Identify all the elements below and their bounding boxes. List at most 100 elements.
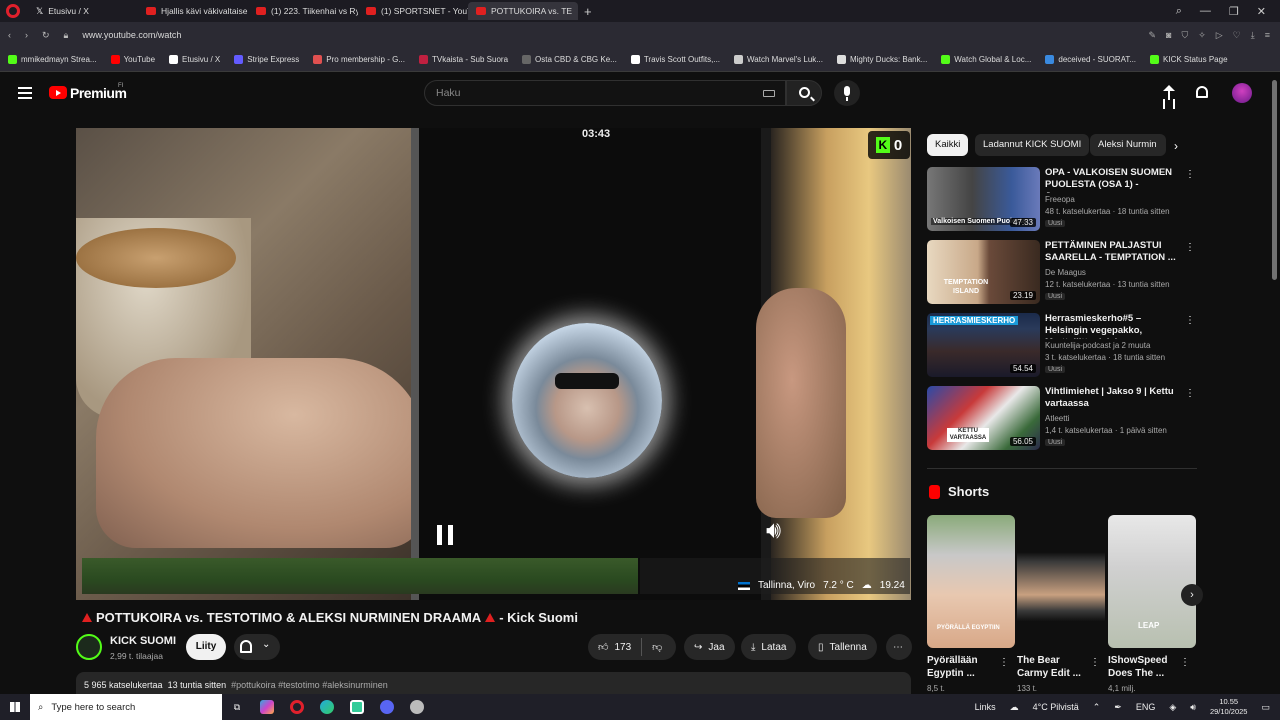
bookmark-item[interactable]: deceived - SUORAT... [1045, 55, 1136, 64]
video-thumbnail[interactable]: HERRASMIESKERHO 54.54 [927, 313, 1040, 377]
recommended-video[interactable]: Valkoisen Suomen Puolesta 47.33 OPA - VA… [927, 167, 1197, 233]
thumbs-down-icon[interactable]: 👎︎ [652, 641, 662, 653]
short-thumbnail[interactable]: PYÖRÄLLÄ EGYPTIIN [927, 515, 1015, 648]
taskbar-app-edge[interactable] [312, 694, 342, 720]
short-thumbnail[interactable]: LEAP [1108, 515, 1196, 648]
video-title[interactable]: PETTÄMINEN PALJASTUI SAARELLA - TEMPTATI… [1045, 240, 1183, 264]
language-indicator[interactable]: ENG [1136, 702, 1156, 712]
notifications-bell-icon[interactable] [1196, 86, 1208, 98]
video-title[interactable]: Herrasmieskerho#5 – Helsingin vegepakko,… [1045, 313, 1183, 339]
search-tabs-icon[interactable]: ⌕ [1176, 5, 1182, 18]
bookmark-item[interactable]: Watch Marvel's Luk... [734, 55, 823, 64]
edit-icon[interactable]: ✎ [1148, 30, 1156, 41]
chip-uploaded-by-channel[interactable]: Ladannut KICK SUOMI [975, 134, 1090, 156]
chevron-up-icon[interactable]: ⌃ [1093, 702, 1101, 713]
taskbar-app[interactable] [402, 694, 432, 720]
bookmark-item[interactable]: Stripe Express [234, 55, 299, 64]
task-view-button[interactable]: ⧉ [222, 694, 252, 720]
download-button[interactable]: ⤓ Lataa [741, 634, 797, 660]
chevron-right-icon[interactable]: › [1181, 584, 1203, 606]
bookmark-item[interactable]: Pro membership - G... [313, 55, 405, 64]
more-actions-button[interactable]: ⋯ [886, 634, 912, 660]
bookmark-item[interactable]: TVkaista - Sub Suora [418, 55, 508, 64]
minimize-button[interactable]: — [1200, 5, 1211, 18]
more-options-icon[interactable]: ⋮ [1090, 657, 1100, 668]
bookmark-item[interactable]: KICK Status Page [1150, 55, 1228, 64]
bookmark-item[interactable]: Osta CBD & CBG Ke... [522, 55, 617, 64]
opera-logo-icon[interactable] [6, 4, 20, 18]
browser-tab-active[interactable]: POTTUKOIRA vs. TE [468, 2, 578, 20]
chip-all[interactable]: Kaikki [927, 134, 969, 156]
video-title[interactable]: Vihtlimiehet | Jakso 9 | Kettu vartaassa [1045, 386, 1183, 410]
new-tab-button[interactable]: + [584, 4, 592, 19]
extension-icon[interactable]: ✧ [1198, 30, 1206, 41]
like-count[interactable]: 173 [614, 642, 631, 653]
volume-icon[interactable]: 🔊︎ [1190, 702, 1196, 713]
browser-tab[interactable]: (1) SPORTSNET - YouTube [358, 2, 468, 20]
short-title[interactable]: IShowSpeed Does The ... [1108, 654, 1167, 680]
recommended-video[interactable]: TEMPTATION ISLAND 23.19 PETTÄMINEN PALJA… [927, 240, 1197, 306]
video-thumbnail[interactable]: KETTU VARTAASSA 56.05 [927, 386, 1040, 450]
clock[interactable]: 10.55 29/10/2025 [1210, 697, 1248, 717]
search-button[interactable] [786, 80, 822, 106]
reload-icon[interactable]: ↻ [42, 30, 50, 41]
bookmark-item[interactable]: YouTube [110, 55, 155, 64]
play-icon[interactable]: ▷ [1216, 30, 1223, 41]
keyboard-icon[interactable] [763, 90, 775, 97]
subscribe-notifications-button[interactable]: ⌄ [234, 634, 280, 660]
browser-tab[interactable]: Hjallis kävi väkivaltaiseksi [138, 2, 248, 20]
join-button[interactable]: Liity [186, 634, 226, 660]
chevron-right-icon[interactable]: › [1174, 139, 1178, 153]
video-player[interactable] [76, 128, 911, 600]
notifications-icon[interactable]: ▭ [1261, 702, 1270, 713]
tray-weather[interactable]: 4°C Pilvistä [1033, 702, 1079, 712]
pen-icon[interactable]: ✒ [1114, 702, 1122, 713]
more-options-icon[interactable]: ⋮ [999, 657, 1009, 668]
links-toolbar[interactable]: Links [975, 702, 996, 712]
taskbar-app-opera[interactable] [282, 694, 312, 720]
taskbar-app-discord[interactable] [372, 694, 402, 720]
upload-icon[interactable] [1163, 85, 1175, 101]
share-button[interactable]: ↪ Jaa [684, 634, 735, 660]
channel-avatar[interactable] [76, 634, 102, 660]
search-input[interactable]: Haku [424, 80, 786, 106]
browser-tab[interactable]: 𝕏 Etusivu / X [28, 2, 138, 20]
video-channel[interactable]: De Maagus [1045, 268, 1086, 277]
bookmark-item[interactable]: Travis Scott Outfits,... [630, 55, 720, 64]
video-title[interactable]: OPA - VALKOISEN SUOMEN PUOLESTA (OSA 1) … [1045, 167, 1183, 193]
more-options-icon[interactable]: ⋮ [1185, 169, 1195, 180]
thumbs-up-icon[interactable]: 👍︎ [598, 641, 608, 653]
taskbar-search-input[interactable]: ⌕ Type here to search [30, 694, 222, 720]
description-box[interactable]: 5 965 katselukertaa 13 tuntia sitten #po… [76, 672, 911, 694]
more-options-icon[interactable]: ⋮ [1185, 388, 1195, 399]
bookmark-item[interactable]: mmikedmayn Strea... [8, 55, 97, 64]
network-icon[interactable]: ◈ [1169, 702, 1176, 713]
page-scrollbar[interactable] [1272, 80, 1277, 280]
short-title[interactable]: The Bear Carmy Edit ... [1017, 654, 1081, 680]
user-avatar[interactable] [1232, 83, 1252, 103]
camera-icon[interactable]: ◙ [1166, 30, 1171, 41]
video-thumbnail[interactable]: TEMPTATION ISLAND 23.19 [927, 240, 1040, 304]
browser-tab[interactable]: (1) 223. Tiikenhai vs Ryhä [248, 2, 358, 20]
menu-icon[interactable]: ≡ [1265, 30, 1270, 41]
video-thumbnail[interactable]: Valkoisen Suomen Puolesta 47.33 [927, 167, 1040, 231]
chip-related[interactable]: Aleksi Nurmin [1090, 134, 1166, 156]
channel-name[interactable]: KICK SUOMI [110, 635, 176, 647]
bookmark-item[interactable]: Watch Global & Loc... [941, 55, 1031, 64]
bookmark-item[interactable]: Etusivu / X [169, 55, 220, 64]
taskbar-app-active[interactable] [342, 694, 372, 720]
taskbar-app-copilot[interactable] [252, 694, 282, 720]
speaker-icon[interactable]: 🔊︎ [766, 517, 781, 545]
voice-search-button[interactable] [834, 80, 860, 106]
bookmark-item[interactable]: Mighty Ducks: Bank... [836, 55, 927, 64]
url-field[interactable]: www.youtube.com/watch [82, 30, 181, 40]
restore-button[interactable]: ❐ [1229, 5, 1239, 18]
recommended-video[interactable]: HERRASMIESKERHO 54.54 Herrasmieskerho#5 … [927, 313, 1197, 379]
heart-icon[interactable]: ♡ [1233, 30, 1241, 41]
video-channel[interactable]: Freeopa [1045, 195, 1075, 204]
recommended-video[interactable]: KETTU VARTAASSA 56.05 Vihtlimiehet | Jak… [927, 386, 1197, 452]
download-icon[interactable]: ⤓ [1251, 30, 1255, 41]
hamburger-menu-icon[interactable] [18, 87, 32, 99]
more-options-icon[interactable]: ⋮ [1185, 242, 1195, 253]
more-options-icon[interactable]: ⋮ [1180, 657, 1190, 668]
